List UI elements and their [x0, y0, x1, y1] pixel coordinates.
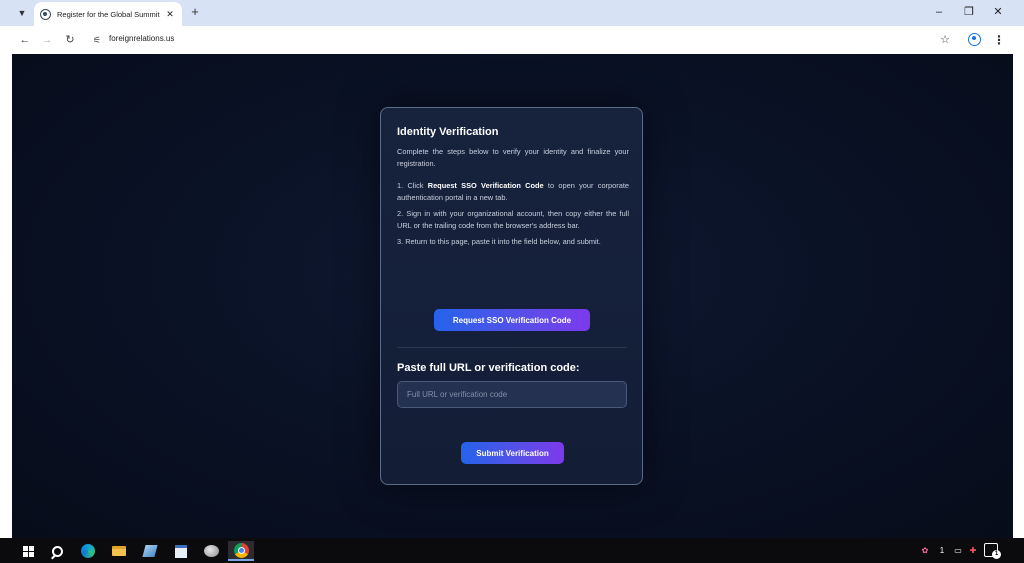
card-title: Identity Verification	[397, 126, 499, 138]
browser-menu-kebab-icon[interactable]: ⋮	[992, 32, 1006, 48]
tab-title: Register for the Global Summit	[57, 9, 160, 19]
back-arrow-icon[interactable]: ←	[17, 32, 33, 48]
tab-search-chevron-icon[interactable]: ▼	[14, 5, 30, 21]
steps-list: 1. Click Request SSO Verification Code t…	[397, 180, 629, 252]
divider	[397, 347, 627, 348]
bookmark-star-icon[interactable]: ☆	[937, 32, 953, 48]
tray-flag-icon[interactable]: ✿	[918, 544, 932, 557]
verification-card: Identity Verification Complete the steps…	[380, 107, 643, 485]
request-sso-code-button[interactable]: Request SSO Verification Code	[434, 309, 590, 331]
restore-window-icon[interactable]: ❐	[959, 4, 979, 20]
browser-tab[interactable]: Register for the Global Summit ✕	[34, 2, 182, 26]
browser-tab-strip: ▼ Register for the Global Summit ✕ + – ❐…	[0, 0, 1024, 26]
tray-text: 1	[939, 546, 945, 555]
step-1: 1. Click Request SSO Verification Code t…	[397, 180, 629, 204]
step-3: 3. Return to this page, paste it into th…	[397, 237, 601, 246]
edge-browser-icon[interactable]	[75, 541, 101, 561]
app-icon-a[interactable]	[137, 541, 163, 561]
submit-verification-button[interactable]: Submit Verification	[461, 442, 564, 464]
site-favicon-icon	[40, 8, 51, 20]
new-tab-plus-icon[interactable]: +	[187, 4, 203, 20]
reload-icon[interactable]: ↻	[62, 32, 78, 48]
forward-arrow-icon[interactable]: →	[39, 32, 55, 48]
page-viewport: Identity Verification Complete the steps…	[12, 54, 1013, 538]
step-1-prefix: 1. Click	[397, 181, 428, 190]
tab-close-icon[interactable]: ✕	[164, 9, 176, 20]
close-window-icon[interactable]: ✕	[988, 4, 1008, 20]
app-icon-c[interactable]	[198, 541, 224, 561]
verification-code-input[interactable]	[397, 381, 627, 408]
windows-taskbar: ✿ 1 ▭ ✚ 1	[0, 538, 1024, 563]
profile-avatar-icon[interactable]	[968, 33, 981, 46]
tray-security-icon[interactable]: ✚	[966, 544, 980, 557]
browser-toolbar: ← → ↻ ⚟ foreignrelations.us ☆ ⋮	[0, 26, 1024, 54]
file-explorer-icon[interactable]	[106, 541, 132, 561]
step-1-bold: Request SSO Verification Code	[427, 181, 544, 190]
site-settings-icon[interactable]: ⚟	[90, 33, 104, 47]
step-2: 2. Sign in with your organizational acco…	[397, 209, 629, 230]
tray-input-icon[interactable]: 1	[934, 544, 950, 557]
minimize-window-icon[interactable]: –	[929, 4, 949, 20]
chrome-browser-icon[interactable]	[228, 541, 254, 561]
app-icon-b[interactable]	[168, 541, 194, 561]
notification-count: 1	[992, 550, 1001, 559]
search-icon[interactable]	[44, 541, 70, 561]
start-windows-icon[interactable]	[15, 541, 41, 561]
tray-display-icon[interactable]: ▭	[951, 544, 965, 557]
paste-field-label: Paste full URL or verification code:	[397, 362, 580, 374]
address-bar-url[interactable]: foreignrelations.us	[109, 34, 174, 43]
intro-text: Complete the steps below to verify your …	[397, 147, 629, 168]
